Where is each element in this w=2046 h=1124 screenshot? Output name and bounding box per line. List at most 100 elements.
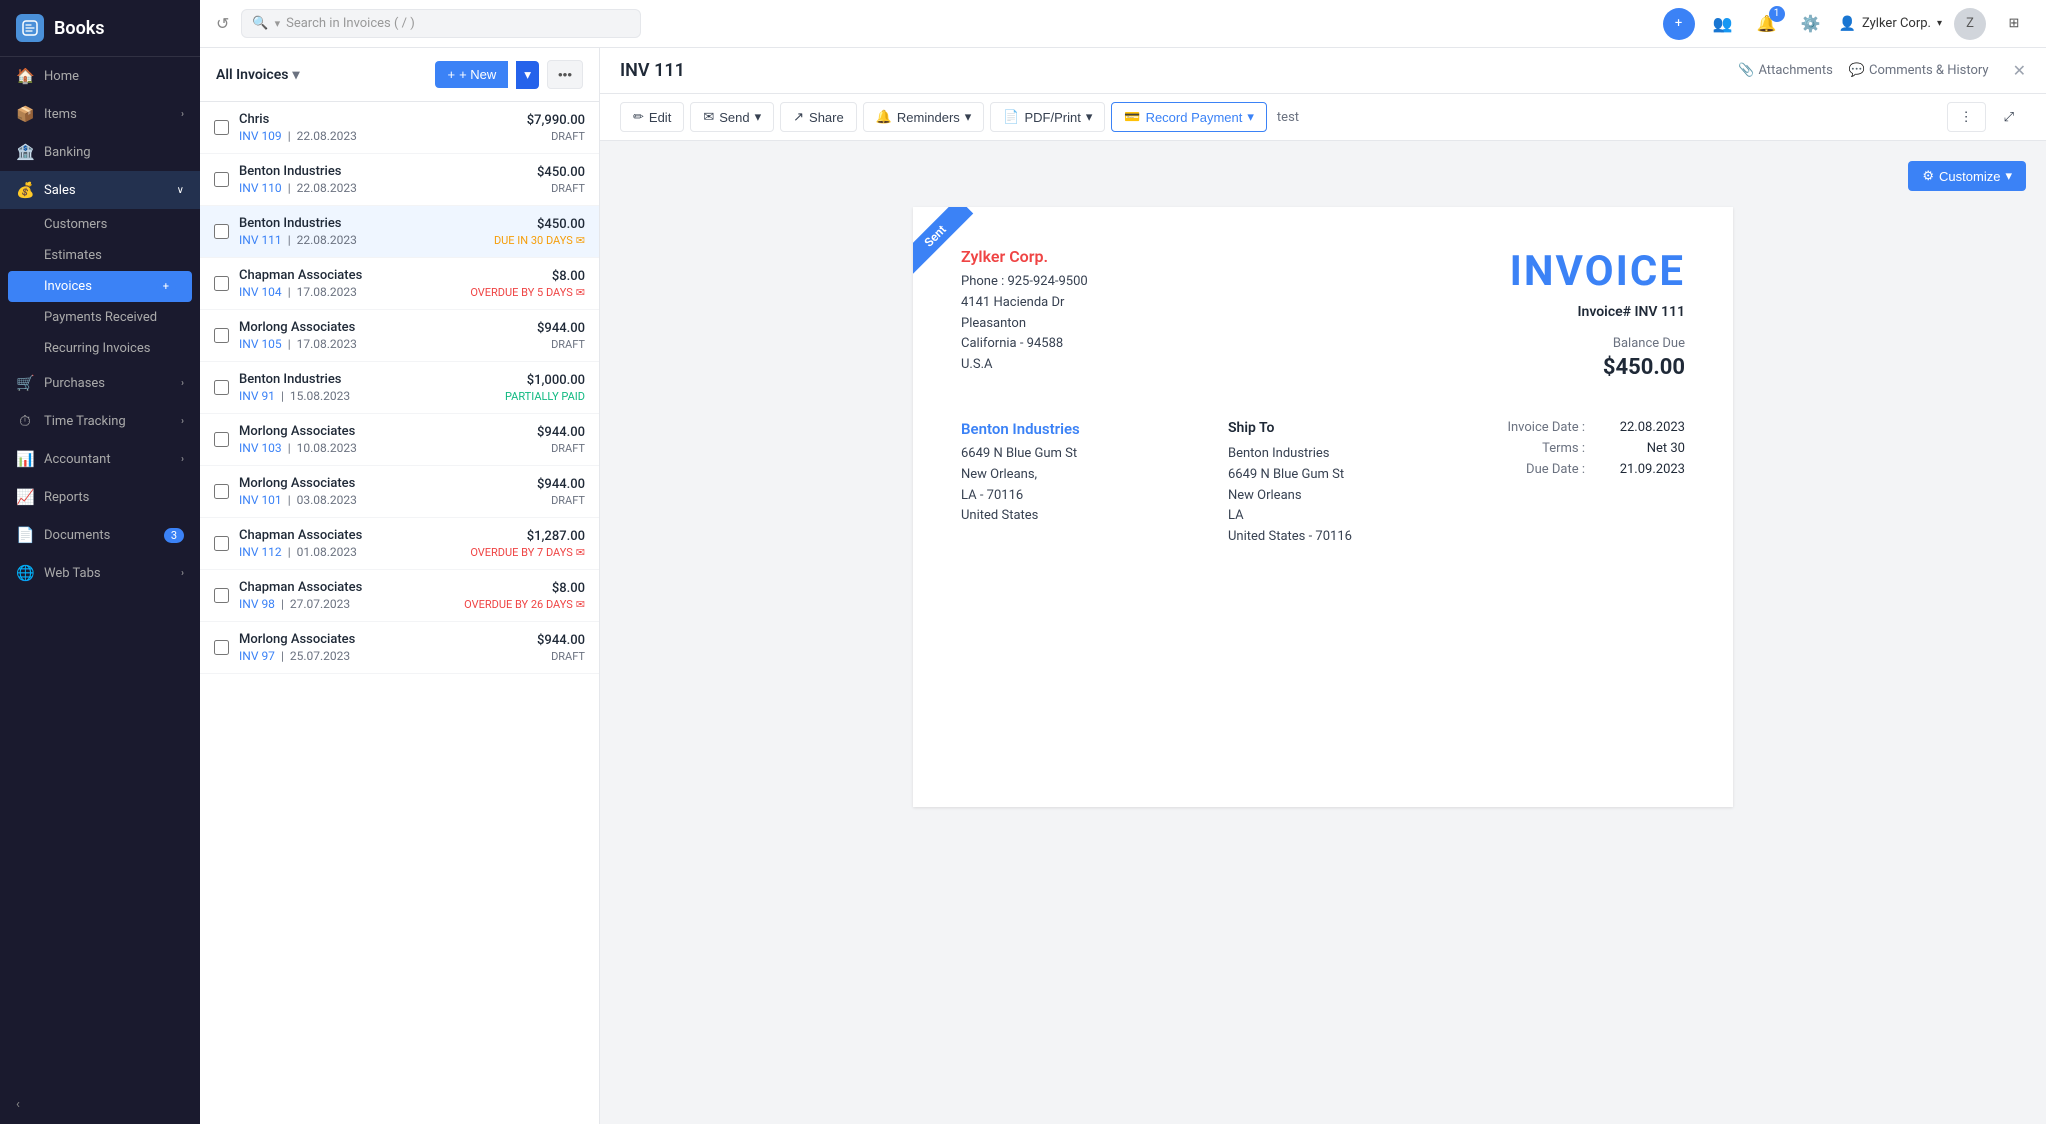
invoice-details: INV 105 | 17.08.2023 xyxy=(239,337,527,351)
table-row[interactable]: Morlong Associates INV 103 | 10.08.2023 … xyxy=(200,414,599,466)
row-checkbox[interactable] xyxy=(214,328,229,343)
sidebar-nav-item-banking[interactable]: 🏦 Banking xyxy=(0,133,200,171)
invoice-info: Morlong Associates INV 97 | 25.07.2023 xyxy=(239,632,527,663)
invoice-details: INV 112 | 01.08.2023 xyxy=(239,545,460,559)
table-row[interactable]: Morlong Associates INV 101 | 03.08.2023 … xyxy=(200,466,599,518)
new-dropdown-button[interactable]: ▾ xyxy=(516,61,539,89)
sidebar-nav-item-documents[interactable]: 📄 Documents 3 xyxy=(0,516,200,554)
invoice-date: 25.07.2023 xyxy=(290,649,350,663)
record-payment-button[interactable]: 💳 Record Payment ▾ xyxy=(1111,102,1267,132)
collapse-button[interactable]: ⤢ xyxy=(1992,103,2026,131)
separator: | xyxy=(288,285,291,299)
contacts-button[interactable]: 👥 xyxy=(1707,8,1739,40)
comments-link[interactable]: 💬 Comments & History xyxy=(1849,63,1989,78)
filter-dropdown-icon[interactable]: ▾ xyxy=(292,67,299,83)
documents-icon: 📄 xyxy=(16,526,34,544)
table-row[interactable]: Morlong Associates INV 105 | 17.08.2023 … xyxy=(200,310,599,362)
share-button[interactable]: ↗ Share xyxy=(780,102,857,132)
table-row[interactable]: Chapman Associates INV 104 | 17.08.2023 … xyxy=(200,258,599,310)
sidebar-nav-item-web-tabs[interactable]: 🌐 Web Tabs › xyxy=(0,554,200,592)
invoice-amount: $1,000.00 xyxy=(505,373,585,388)
table-row[interactable]: Morlong Associates INV 97 | 25.07.2023 $… xyxy=(200,622,599,674)
more-actions-button[interactable]: ⋮ xyxy=(1947,102,1986,132)
add-button[interactable]: + xyxy=(1663,8,1695,40)
mail-icon: ✉ xyxy=(576,234,585,247)
invoice-info: Morlong Associates INV 101 | 03.08.2023 xyxy=(239,476,527,507)
search-box[interactable]: 🔍 ▾ Search in Invoices ( / ) xyxy=(241,9,641,38)
invoice-info: Morlong Associates INV 105 | 17.08.2023 xyxy=(239,320,527,351)
row-checkbox[interactable] xyxy=(214,276,229,291)
user-avatar[interactable]: Z xyxy=(1954,8,1986,40)
sidebar-nav-item-items[interactable]: 📦 Items › xyxy=(0,95,200,133)
sidebar-logo[interactable]: Books xyxy=(0,0,200,57)
invoice-number: INV 103 xyxy=(239,441,282,455)
ship-to-label: Ship To xyxy=(1228,420,1465,436)
send-label: Send xyxy=(719,110,749,125)
sidebar-item-estimates[interactable]: Estimates xyxy=(0,240,200,271)
user-company[interactable]: 👤 Zylker Corp. ▾ xyxy=(1839,16,1942,32)
table-row[interactable]: Chapman Associates INV 98 | 27.07.2023 $… xyxy=(200,570,599,622)
row-checkbox[interactable] xyxy=(214,120,229,135)
refresh-button[interactable]: ↺ xyxy=(216,14,229,33)
new-invoice-button[interactable]: + + New xyxy=(435,61,508,88)
sidebar: Books 🏠 Home 📦 Items › 🏦 Banking 💰 Sales… xyxy=(0,0,200,1124)
reminders-button[interactable]: 🔔 Reminders ▾ xyxy=(863,102,985,132)
invoice-info: Benton Industries INV 110 | 22.08.2023 xyxy=(239,164,527,195)
apps-button[interactable]: ⊞ xyxy=(1998,8,2030,40)
row-checkbox[interactable] xyxy=(214,588,229,603)
invoice-status: DRAFT xyxy=(537,442,585,455)
detail-toolbar: ✏ Edit ✉ Send ▾ ↗ Share 🔔 Reminders ▾ xyxy=(600,94,2046,141)
close-button[interactable]: ✕ xyxy=(2013,61,2026,80)
sidebar-item-payments-received[interactable]: Payments Received xyxy=(0,302,200,333)
sidebar-item-invoices[interactable]: Invoices + xyxy=(8,271,192,302)
table-row[interactable]: Benton Industries INV 111 | 22.08.2023 $… xyxy=(200,206,599,258)
table-row[interactable]: Chris INV 109 | 22.08.2023 $7,990.00 DRA… xyxy=(200,102,599,154)
pdf-print-button[interactable]: 📄 PDF/Print ▾ xyxy=(990,102,1105,132)
customize-button[interactable]: ⚙ Customize ▾ xyxy=(1908,161,2026,191)
invoice-info: Benton Industries INV 91 | 15.08.2023 xyxy=(239,372,495,403)
row-checkbox[interactable] xyxy=(214,432,229,447)
invoice-details: INV 111 | 22.08.2023 xyxy=(239,233,484,247)
invoice-status: DRAFT xyxy=(537,182,585,195)
sidebar-item-customers[interactable]: Customers xyxy=(0,209,200,240)
table-row[interactable]: Benton Industries INV 110 | 22.08.2023 $… xyxy=(200,154,599,206)
dropdown-arrow-icon: ▾ xyxy=(1937,18,1942,29)
invoice-status: DRAFT xyxy=(537,338,585,351)
sidebar-nav-item-home[interactable]: 🏠 Home xyxy=(0,57,200,95)
sidebar-nav-item-time-tracking[interactable]: ⏱ Time Tracking › xyxy=(0,402,200,440)
sidebar-collapse-button[interactable]: ‹ xyxy=(0,1085,200,1124)
row-checkbox[interactable] xyxy=(214,380,229,395)
invoice-amount-status: $944.00 DRAFT xyxy=(537,425,585,455)
main-content: ↺ 🔍 ▾ Search in Invoices ( / ) + 👥 🔔 1 ⚙… xyxy=(200,0,2046,1124)
table-row[interactable]: Chapman Associates INV 112 | 01.08.2023 … xyxy=(200,518,599,570)
more-options-button[interactable]: ••• xyxy=(547,60,583,89)
pdf-label: PDF/Print xyxy=(1025,110,1081,125)
balance-due-label: Balance Due xyxy=(1510,336,1685,351)
row-checkbox[interactable] xyxy=(214,536,229,551)
invoice-info: Chris INV 109 | 22.08.2023 xyxy=(239,112,517,143)
notifications-button[interactable]: 🔔 1 xyxy=(1751,8,1783,40)
invoice-date: 27.07.2023 xyxy=(290,597,350,611)
row-checkbox[interactable] xyxy=(214,172,229,187)
separator: | xyxy=(281,649,284,663)
edit-button[interactable]: ✏ Edit xyxy=(620,102,684,132)
attachments-link[interactable]: 📎 Attachments xyxy=(1738,63,1833,78)
invoice-amount: $944.00 xyxy=(537,633,585,648)
sidebar-nav-item-accountant[interactable]: 📊 Accountant › xyxy=(0,440,200,478)
send-button[interactable]: ✉ Send ▾ xyxy=(690,102,774,132)
settings-button[interactable]: ⚙️ xyxy=(1795,8,1827,40)
sidebar-item-label: Recurring Invoices xyxy=(44,341,150,356)
sidebar-item-recurring-invoices[interactable]: Recurring Invoices xyxy=(0,333,200,364)
invoice-status: DRAFT xyxy=(527,130,585,143)
customer-name: Benton Industries xyxy=(239,164,527,179)
sidebar-nav-item-reports[interactable]: 📈 Reports xyxy=(0,478,200,516)
table-row[interactable]: Benton Industries INV 91 | 15.08.2023 $1… xyxy=(200,362,599,414)
mail-icon: ✉ xyxy=(576,598,585,611)
sidebar-nav-item-purchases[interactable]: 🛒 Purchases › xyxy=(0,364,200,402)
sidebar-nav-item-sales[interactable]: 💰 Sales ∨ xyxy=(0,171,200,209)
edit-label: Edit xyxy=(649,110,671,125)
invoice-date: 22.08.2023 xyxy=(297,181,357,195)
row-checkbox[interactable] xyxy=(214,640,229,655)
row-checkbox[interactable] xyxy=(214,224,229,239)
row-checkbox[interactable] xyxy=(214,484,229,499)
